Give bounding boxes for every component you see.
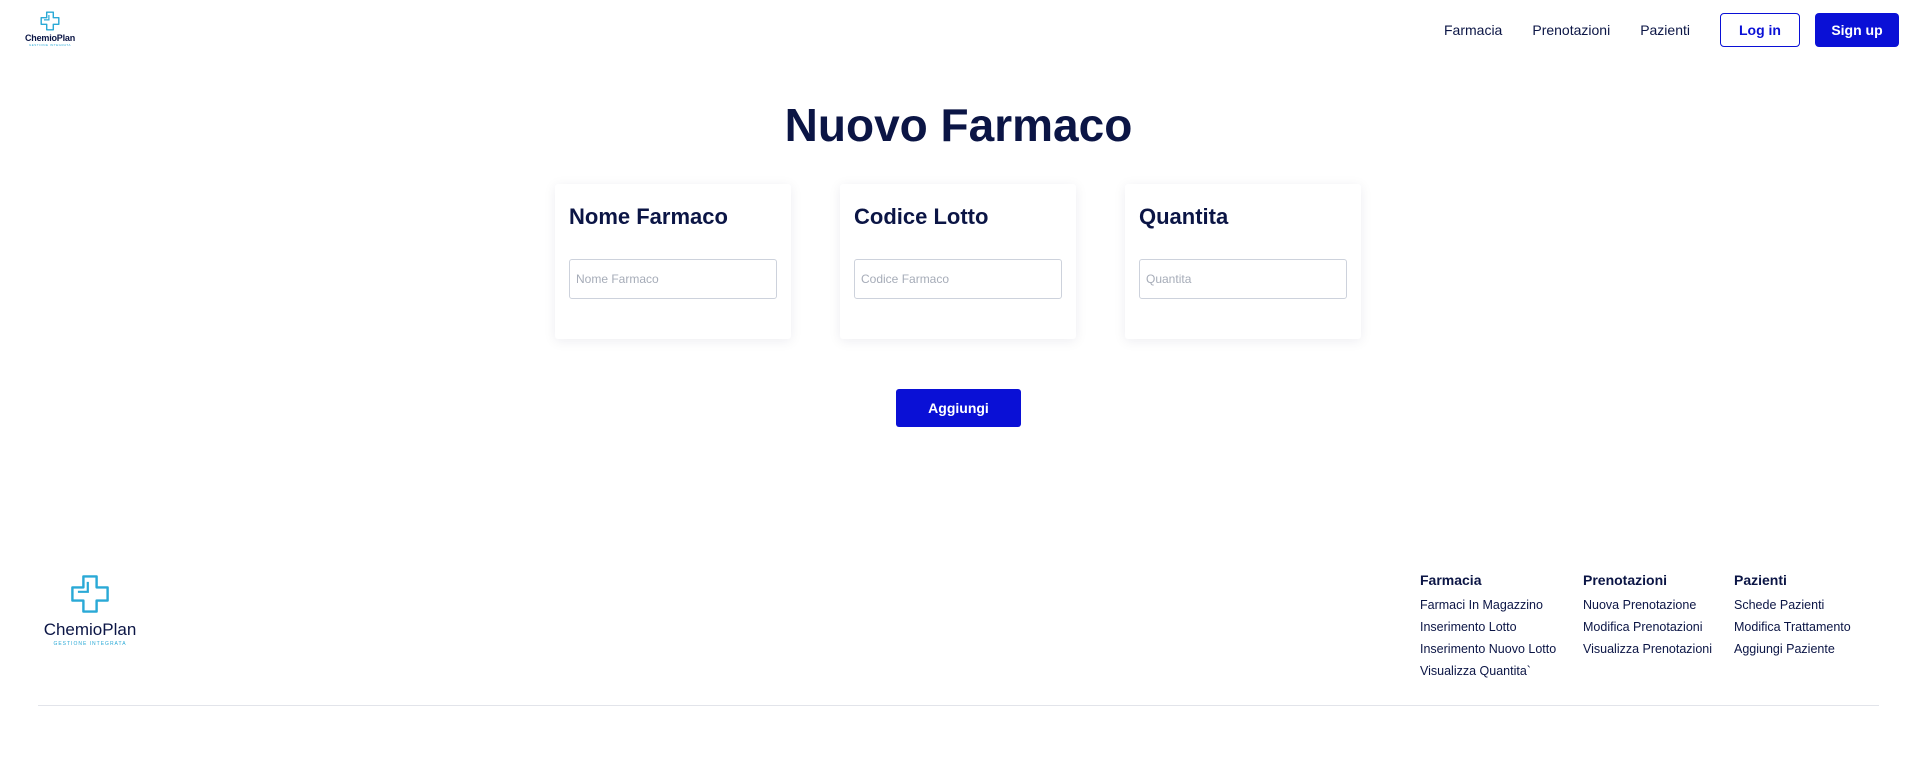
footer-column-prenotazioni: Prenotazioni Nuova Prenotazione Modifica…	[1583, 572, 1712, 660]
footer-divider	[38, 705, 1879, 706]
footer-column-title: Pazienti	[1734, 572, 1787, 588]
signup-button[interactable]: Sign up	[1815, 13, 1899, 47]
nav-prenotazioni[interactable]: Prenotazioni	[1532, 22, 1610, 38]
nome-farmaco-input[interactable]	[569, 259, 777, 299]
nome-farmaco-label: Nome Farmaco	[569, 204, 728, 229]
footer-link[interactable]: Modifica Prenotazioni	[1583, 616, 1712, 638]
header: ChemioPlan GESTIONE INTEGRATA Farmacia P…	[0, 0, 1917, 60]
footer-link[interactable]: Farmaci In Magazzino	[1420, 594, 1556, 616]
medical-cross-icon	[40, 11, 60, 31]
codice-lotto-card: Codice Lotto	[840, 184, 1076, 339]
footer-link[interactable]: Visualizza Prenotazioni	[1583, 638, 1712, 660]
footer-link[interactable]: Modifica Trattamento	[1734, 616, 1851, 638]
footer-link[interactable]: Nuova Prenotazione	[1583, 594, 1712, 616]
footer-link[interactable]: Inserimento Nuovo Lotto	[1420, 638, 1556, 660]
footer-link[interactable]: Schede Pazienti	[1734, 594, 1851, 616]
medical-cross-icon	[71, 575, 109, 613]
footer-logo-tagline: GESTIONE INTEGRATA	[53, 641, 127, 647]
footer-column-title: Prenotazioni	[1583, 572, 1668, 588]
footer-link[interactable]: Visualizza Quantita`	[1420, 660, 1556, 682]
top-nav: Farmacia Prenotazioni Pazienti Log in Si…	[1444, 13, 1899, 47]
quantita-card: Quantita	[1125, 184, 1361, 339]
footer-link[interactable]: Inserimento Lotto	[1420, 616, 1556, 638]
footer-column-title: Farmacia	[1420, 572, 1482, 588]
footer-logo[interactable]: ChemioPlan GESTIONE INTEGRATA	[36, 572, 144, 647]
nav-farmacia[interactable]: Farmacia	[1444, 22, 1502, 38]
add-button[interactable]: Aggiungi	[896, 389, 1021, 427]
quantita-input[interactable]	[1139, 259, 1347, 299]
page-title: Nuovo Farmaco	[784, 99, 1133, 151]
codice-lotto-label: Codice Lotto	[854, 204, 989, 229]
quantita-label: Quantita	[1139, 204, 1229, 229]
footer-column-farmacia: Farmacia Farmaci In Magazzino Inseriment…	[1420, 572, 1556, 682]
footer-column-pazienti: Pazienti Schede Pazienti Modifica Tratta…	[1734, 572, 1851, 660]
logo-brand: ChemioPlan	[24, 33, 75, 43]
logo[interactable]: ChemioPlan GESTIONE INTEGRATA	[18, 10, 82, 52]
codice-lotto-input[interactable]	[854, 259, 1062, 299]
nav-pazienti[interactable]: Pazienti	[1640, 22, 1690, 38]
footer-logo-brand: ChemioPlan	[43, 620, 137, 639]
login-button[interactable]: Log in	[1720, 13, 1800, 47]
logo-tagline: GESTIONE INTEGRATA	[28, 43, 72, 47]
footer-link[interactable]: Aggiungi Paziente	[1734, 638, 1851, 660]
nome-farmaco-card: Nome Farmaco	[555, 184, 791, 339]
